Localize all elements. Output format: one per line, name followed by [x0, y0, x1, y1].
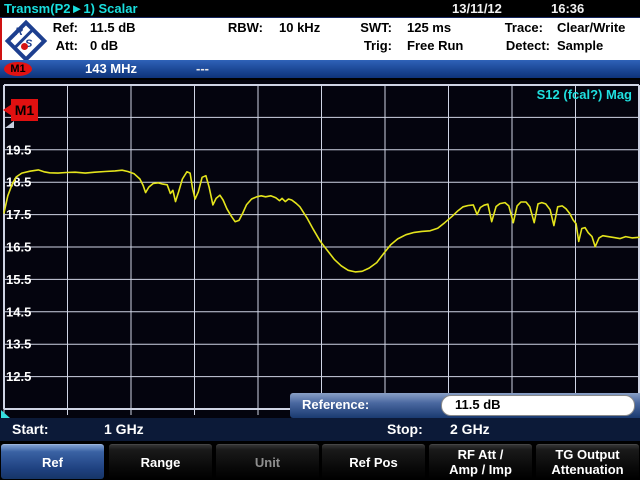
att-active-dot-icon	[21, 43, 28, 50]
marker-frequency: 143 MHz	[85, 61, 137, 76]
plot-area	[0, 80, 640, 419]
marker-value: ---	[196, 61, 209, 76]
marker-flag: M1	[11, 99, 38, 121]
att-value: 0 dB	[90, 38, 118, 53]
swt-value: 125 ms	[407, 20, 451, 35]
trace-label: Trace:	[476, 20, 543, 35]
frequency-range-bar: Start: 1 GHz Stop: 2 GHz	[0, 418, 640, 441]
rbw-value: 10 kHz	[279, 20, 320, 35]
marker-badge: M1	[4, 62, 32, 76]
trig-label: Trig:	[340, 38, 392, 53]
reference-input-value: 11.5 dB	[455, 397, 501, 412]
s-parameter-label: S12 (fcal?) Mag	[537, 87, 632, 102]
trace-value: Clear/Write	[557, 20, 625, 35]
reference-entry-label: Reference:	[302, 397, 369, 412]
settings-header: R S Ref: 11.5 dB RBW: 10 kHz SWT: 125 ms…	[0, 18, 640, 60]
att-label: Att:	[30, 38, 78, 53]
time-display: 16:36	[551, 1, 584, 16]
date-display: 13/11/12	[452, 1, 502, 16]
top-bar: Transm(P2►1) Scalar 13/11/12 16:36	[0, 0, 640, 18]
start-value: 1 GHz	[104, 421, 144, 437]
marker-readout-bar: M1 143 MHz ---	[0, 60, 640, 78]
detect-value: Sample	[557, 38, 603, 53]
ref-value: 11.5 dB	[90, 20, 136, 35]
softkey-ref-pos[interactable]: Ref Pos	[322, 444, 425, 479]
stop-label: Stop:	[387, 421, 423, 437]
reference-entry-bar: Reference: 11.5 dB	[290, 393, 640, 418]
instrument-screen: Transm(P2►1) Scalar 13/11/12 16:36 R S R…	[0, 0, 640, 480]
swt-label: SWT:	[340, 20, 392, 35]
stop-value: 2 GHz	[450, 421, 490, 437]
softkey-bar: Ref Range Unit Ref Pos RF Att /Amp / Imp…	[0, 441, 640, 480]
softkey-unit: Unit	[216, 444, 319, 479]
start-label: Start:	[12, 421, 49, 437]
detect-label: Detect:	[476, 38, 550, 53]
measurement-mode-title: Transm(P2►1) Scalar	[4, 1, 138, 16]
ref-label: Ref:	[30, 20, 78, 35]
rbw-label: RBW:	[196, 20, 263, 35]
softkey-range[interactable]: Range	[109, 444, 212, 479]
softkey-tg-output-attenuation[interactable]: TG OutputAttenuation	[536, 444, 639, 479]
left-red-stripe	[0, 18, 2, 60]
softkey-ref[interactable]: Ref	[1, 444, 104, 479]
softkey-rf-att-amp-imp[interactable]: RF Att /Amp / Imp	[429, 444, 532, 479]
reference-input[interactable]: 11.5 dB	[441, 395, 635, 416]
trig-value: Free Run	[407, 38, 463, 53]
